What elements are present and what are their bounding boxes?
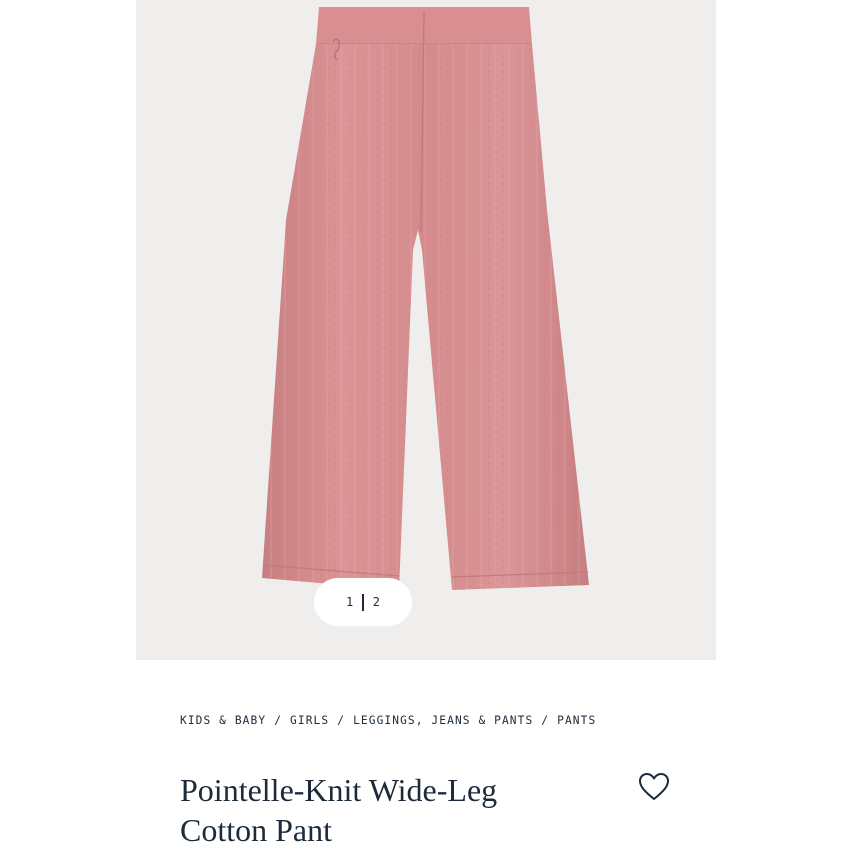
pager-next[interactable]: 2	[373, 595, 380, 609]
breadcrumb-separator: /	[337, 714, 346, 727]
breadcrumb-leggings-jeans-pants[interactable]: LEGGINGS, JEANS & PANTS	[353, 714, 533, 727]
product-title-line-2: Cotton Pant	[180, 812, 333, 848]
product-image	[262, 7, 589, 590]
breadcrumb: KIDS & BABY / GIRLS / LEGGINGS, JEANS & PANT…	[180, 714, 850, 727]
product-image-gallery[interactable]: 1 2	[136, 0, 716, 660]
wishlist-button[interactable]	[637, 770, 671, 804]
breadcrumb-pants[interactable]: PANTS	[557, 714, 596, 727]
product-title-line-1: Pointelle-Knit Wide-Leg	[180, 772, 498, 808]
product-title: Pointelle-Knit Wide-Leg Cotton Pant	[180, 770, 600, 850]
pager-current[interactable]: 1	[346, 595, 353, 609]
heart-outline-icon	[639, 773, 669, 800]
image-pager[interactable]: 1 2	[314, 578, 412, 626]
pager-divider	[362, 593, 364, 611]
breadcrumb-separator: /	[274, 714, 283, 727]
breadcrumb-girls[interactable]: GIRLS	[290, 714, 329, 727]
breadcrumb-kids-baby[interactable]: KIDS & BABY	[180, 714, 266, 727]
breadcrumb-separator: /	[541, 714, 550, 727]
